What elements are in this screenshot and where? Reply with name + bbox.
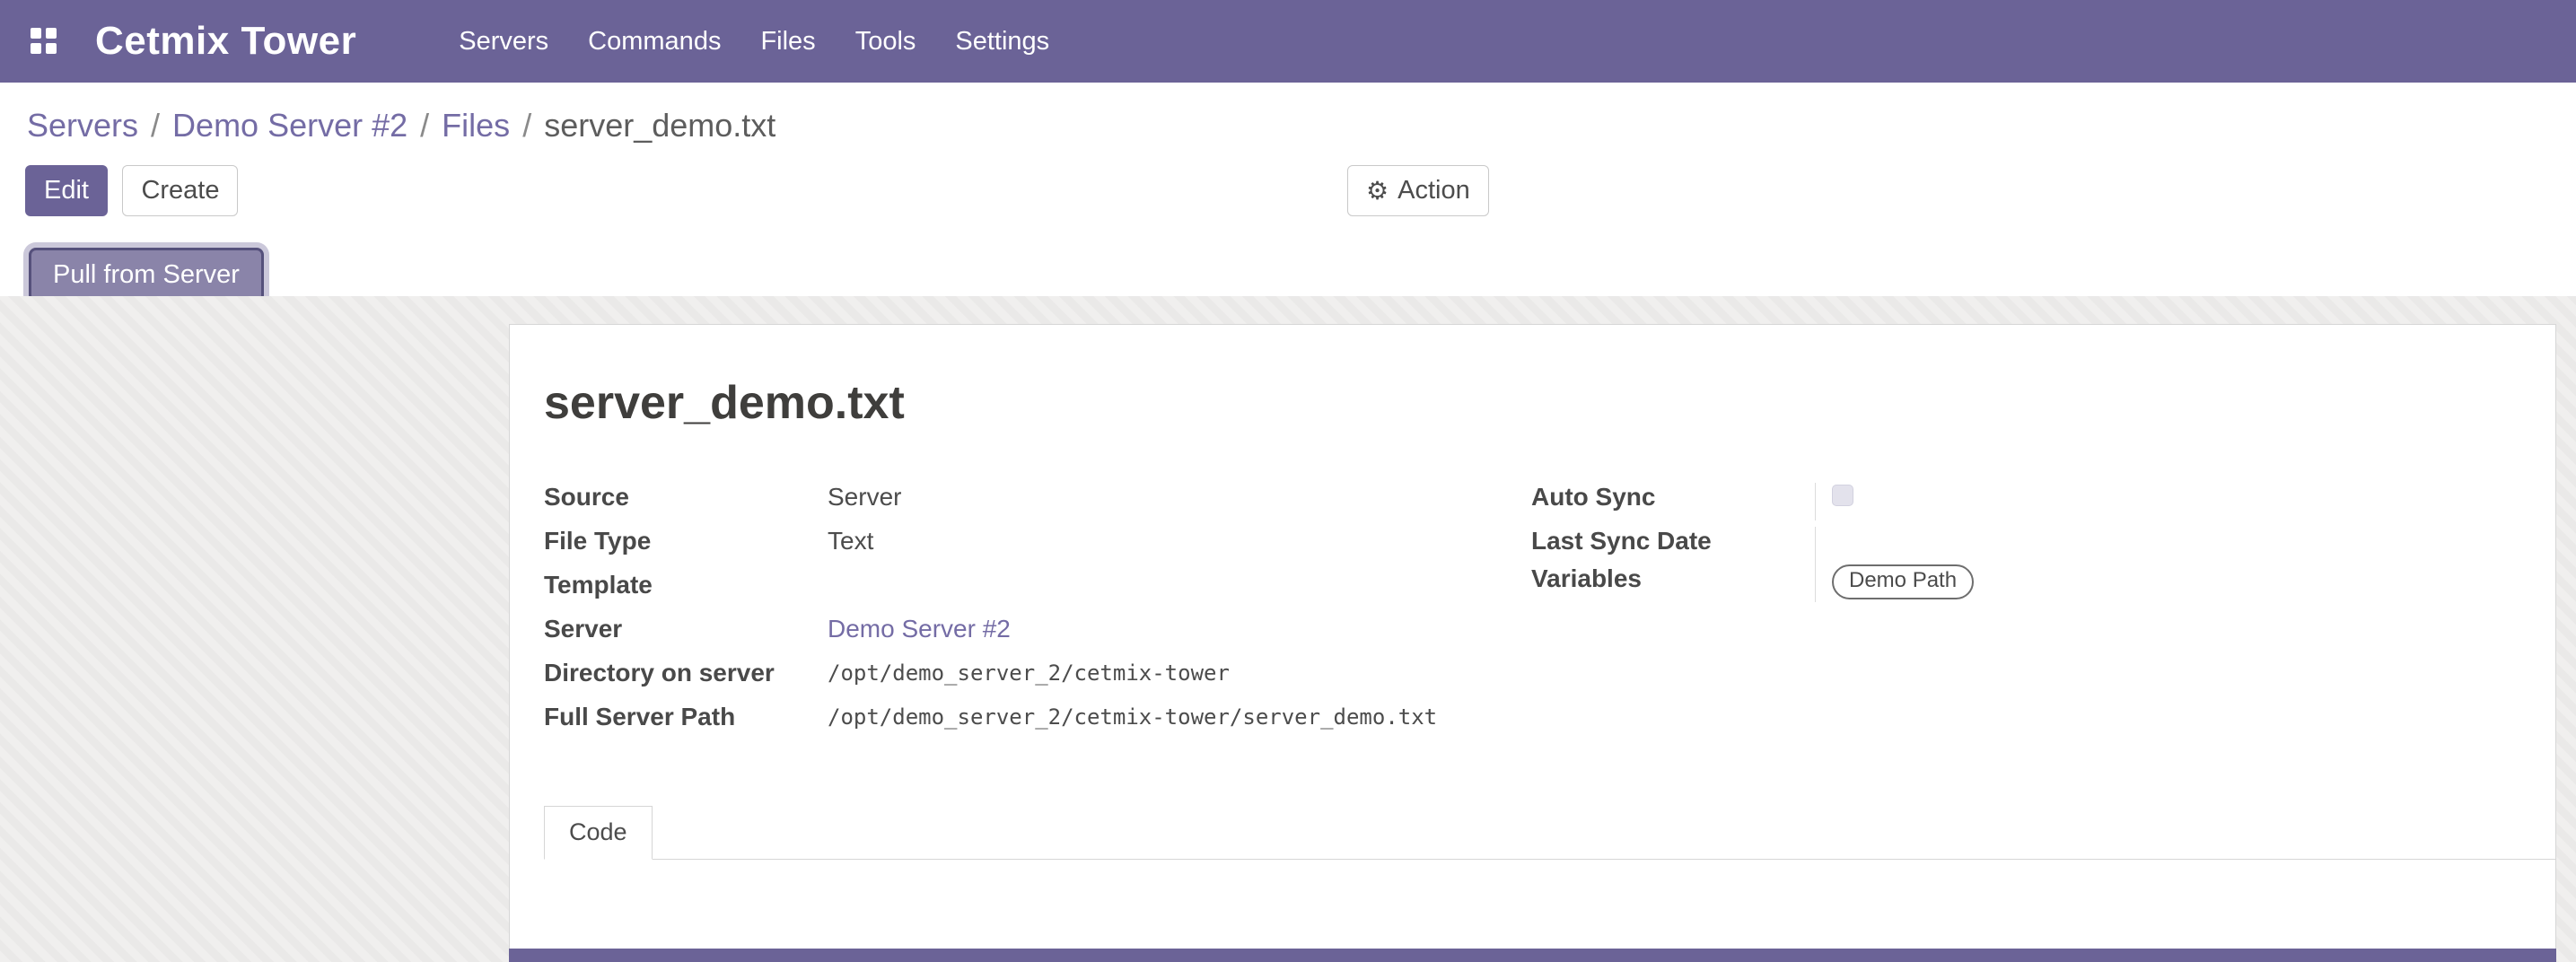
field-value-last-sync-date <box>1815 527 2521 564</box>
field-row-template: Template <box>544 571 1495 615</box>
breadcrumb-current: server_demo.txt <box>544 106 775 145</box>
field-label: File Type <box>544 527 828 555</box>
field-label: Full Server Path <box>544 703 828 731</box>
field-groups: Source Server File Type Text Template Se… <box>544 483 2521 747</box>
field-label: Directory on server <box>544 659 828 687</box>
field-label: Source <box>544 483 828 512</box>
field-value-full-path: /opt/demo_server_2/cetmix-tower/server_d… <box>828 703 1495 730</box>
edit-button[interactable]: Edit <box>25 165 108 216</box>
field-row-last-sync-date: Last Sync Date <box>1531 527 2521 564</box>
menu-item-commands[interactable]: Commands <box>586 22 723 62</box>
field-label: Server <box>544 615 828 643</box>
menu-item-files[interactable]: Files <box>758 22 817 62</box>
field-label: Last Sync Date <box>1531 527 1815 555</box>
form-toolbar: Edit Create ⚙ Action <box>0 145 2576 217</box>
app-brand[interactable]: Cetmix Tower <box>95 19 356 64</box>
pull-from-server-button[interactable]: Pull from Server <box>29 248 264 302</box>
field-row-source: Source Server <box>544 483 1495 527</box>
top-navbar: Cetmix Tower Servers Commands Files Tool… <box>0 0 2576 83</box>
field-row-variables: Variables Demo Path <box>1531 564 2521 602</box>
breadcrumb-link-demo-server[interactable]: Demo Server #2 <box>172 106 407 145</box>
gear-icon: ⚙ <box>1366 179 1389 204</box>
field-row-full-path: Full Server Path /opt/demo_server_2/cetm… <box>544 703 1495 747</box>
menu-item-settings[interactable]: Settings <box>953 22 1051 62</box>
field-value-variables: Demo Path <box>1815 564 2521 602</box>
action-button[interactable]: ⚙ Action <box>1347 165 1489 216</box>
breadcrumb-link-files[interactable]: Files <box>442 106 510 145</box>
field-value-directory: /opt/demo_server_2/cetmix-tower <box>828 659 1495 686</box>
field-group-left: Source Server File Type Text Template Se… <box>544 483 1495 747</box>
field-row-auto-sync: Auto Sync <box>1531 483 2521 527</box>
field-value-source: Server <box>828 483 1495 512</box>
field-value-auto-sync <box>1815 483 2521 520</box>
code-editor-top-strip <box>509 949 2556 962</box>
field-value-server-link[interactable]: Demo Server #2 <box>828 615 1495 643</box>
action-button-label: Action <box>1398 178 1470 204</box>
auto-sync-checkbox[interactable] <box>1832 485 1853 506</box>
create-button[interactable]: Create <box>122 165 238 216</box>
form-view-background: server_demo.txt Source Server File Type … <box>0 296 2576 962</box>
object-buttons-row: Pull from Server <box>0 217 2576 296</box>
apps-grid-icon[interactable] <box>31 28 57 55</box>
breadcrumb-separator: / <box>522 106 531 145</box>
notebook-tab-bar: Code <box>544 806 2555 860</box>
variable-tag: Demo Path <box>1832 564 1974 599</box>
tab-code[interactable]: Code <box>544 806 653 860</box>
apps-grid-square <box>46 28 57 39</box>
apps-grid-square <box>31 43 41 54</box>
field-group-right: Auto Sync Last Sync Date Variables Demo … <box>1531 483 2521 602</box>
field-label: Variables <box>1531 564 1815 593</box>
field-value-file-type: Text <box>828 527 1495 555</box>
field-label: Template <box>544 571 828 599</box>
form-sheet: server_demo.txt Source Server File Type … <box>509 324 2556 962</box>
main-menu: Servers Commands Files Tools Settings <box>457 22 1051 62</box>
record-title: server_demo.txt <box>544 375 2521 431</box>
apps-grid-square <box>31 28 41 39</box>
apps-grid-square <box>46 43 57 54</box>
breadcrumb-link-servers[interactable]: Servers <box>27 106 138 145</box>
breadcrumb: Servers / Demo Server #2 / Files / serve… <box>0 83 2576 145</box>
menu-item-tools[interactable]: Tools <box>854 22 918 62</box>
field-row-server: Server Demo Server #2 <box>544 615 1495 659</box>
field-row-file-type: File Type Text <box>544 527 1495 571</box>
field-label: Auto Sync <box>1531 483 1815 512</box>
menu-item-servers[interactable]: Servers <box>457 22 550 62</box>
field-row-directory: Directory on server /opt/demo_server_2/c… <box>544 659 1495 703</box>
breadcrumb-separator: / <box>420 106 429 145</box>
breadcrumb-separator: / <box>151 106 160 145</box>
